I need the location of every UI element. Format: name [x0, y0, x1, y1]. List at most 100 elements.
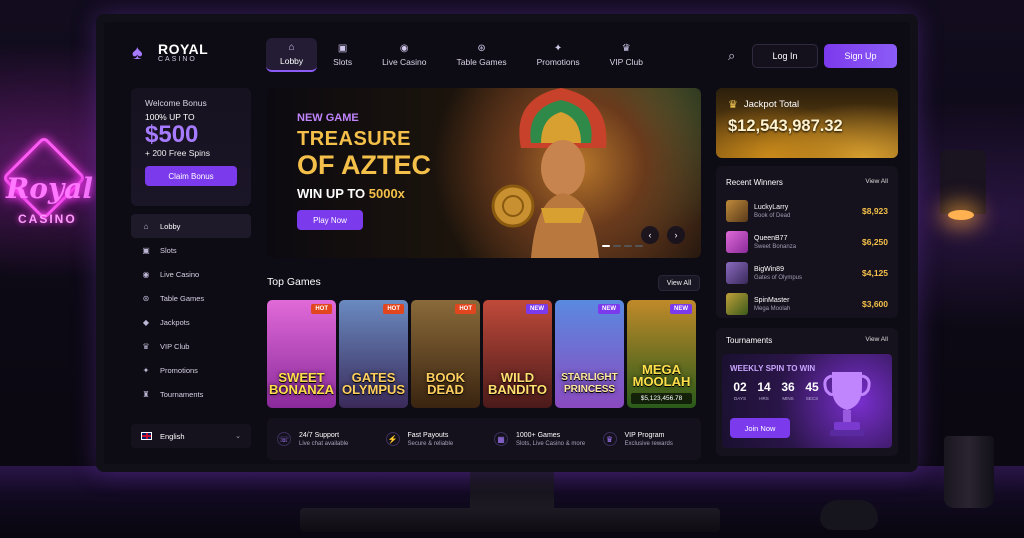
game-thumbnail	[726, 200, 748, 222]
sidebar-item-label: Promotions	[160, 365, 198, 375]
game-title: SWEET BONANZA	[269, 370, 334, 397]
sidebar-item-slots[interactable]: ▣ Slots	[131, 238, 251, 262]
tournament-title: WEEKLY SPIN TO WIN	[730, 364, 816, 373]
logo-subtitle: CASINO	[158, 56, 197, 63]
nav-slots[interactable]: ▣ Slots	[319, 38, 366, 72]
countdown-days: 02 DAYS	[730, 380, 750, 401]
sidebar-item-jackpots[interactable]: ◆ Jackpots	[131, 310, 251, 334]
countdown-seconds: 45 SECS	[802, 380, 822, 401]
login-button[interactable]: Log In	[752, 44, 818, 68]
nav-label: VIP Club	[609, 57, 643, 67]
sidebar-item-label: Table Games	[160, 293, 205, 303]
recent-winners-view-all[interactable]: View All	[865, 178, 888, 185]
winner-game: Book of Dead	[754, 212, 791, 219]
hero-banner[interactable]: NEW GAME TREASURE OF AZTEC WIN UP TO 500…	[267, 88, 701, 258]
game-title: STARLIGHT PRINCESS	[561, 372, 618, 395]
new-badge: NEW	[526, 304, 548, 314]
search-icon[interactable]: ⌕	[728, 48, 735, 64]
nav-promotions[interactable]: ✦ Promotions	[523, 38, 594, 72]
countdown-minutes: 36 MINS	[778, 380, 798, 401]
sidebar-item-promotions[interactable]: ✦ Promotions	[131, 358, 251, 382]
bonus-amount: $500	[145, 121, 199, 148]
bonus-spins: + 200 Free Spins	[145, 148, 210, 158]
games-icon: ▦	[494, 432, 508, 446]
gift-icon: ✦	[142, 365, 150, 375]
feature-title: 1000+ Games	[516, 431, 561, 439]
feature-support: ☏ 24/7 Support Live chat available	[267, 432, 376, 447]
monitor: ♠ ROYAL CASINO ⌂ Lobby ▣ Slots ◉ Live Ca…	[96, 14, 918, 472]
recent-winners-panel: Recent Winners View All LuckyLarry Book …	[716, 166, 898, 318]
tournament-card[interactable]: WEEKLY SPIN TO WIN 02 DAYS 14 HRS 36 MIN…	[722, 354, 892, 448]
signup-button[interactable]: Sign Up	[824, 44, 897, 68]
game-card-gates-of-olympus[interactable]: HOT GATES OLYMPUS	[339, 300, 408, 408]
game-card-wild-bandito[interactable]: NEW WILD BANDITO	[483, 300, 552, 408]
game-card-book-of-dead[interactable]: HOT BOOK DEAD	[411, 300, 480, 408]
countdown-value: 14	[757, 380, 771, 394]
nav-vip-club[interactable]: ♛ VIP Club	[596, 38, 657, 72]
gold-disc-illustration	[491, 184, 535, 228]
princess-figure	[531, 140, 599, 258]
carousel-dot[interactable]	[613, 245, 621, 247]
nav-label: Slots	[333, 57, 353, 67]
mug	[944, 436, 994, 508]
sidebar-item-label: Slots	[160, 245, 177, 255]
game-card-starlight-princess[interactable]: NEW STARLIGHT PRINCESS	[555, 300, 624, 408]
tournaments-title: Tournaments	[726, 336, 773, 345]
sidebar-item-label: Live Casino	[160, 269, 200, 279]
slot-icon: ▣	[337, 43, 348, 54]
language-selector[interactable]: English ⌄	[131, 424, 251, 448]
tournaments-view-all[interactable]: View All	[865, 336, 888, 343]
spade-crown-icon: ♠	[132, 41, 143, 64]
hero-win-value: 5000x	[368, 186, 405, 201]
feature-games: ▦ 1000+ Games Slots, Live Casino & more	[484, 432, 593, 447]
trophy-icon	[823, 372, 871, 436]
feature-subtitle: Live chat available	[299, 440, 349, 447]
winner-name: LuckyLarry	[754, 203, 789, 211]
carousel-next-button[interactable]: ›	[667, 226, 685, 244]
carousel-prev-button[interactable]: ‹	[641, 226, 659, 244]
feature-title: Fast Payouts	[407, 431, 449, 439]
play-now-button[interactable]: Play Now	[297, 210, 363, 230]
monitor-stand	[470, 468, 554, 508]
sidebar-item-live-casino[interactable]: ◉ Live Casino	[131, 262, 251, 286]
top-games-view-all[interactable]: View All	[658, 275, 700, 291]
hero-win-prefix: WIN UP TO	[297, 186, 366, 201]
nav-live-casino[interactable]: ◉ Live Casino	[368, 38, 440, 72]
nav-label: Table Games	[456, 57, 507, 67]
feature-payouts: ⚡ Fast Payouts Secure & reliable	[376, 432, 485, 447]
winner-name: BigWin89	[754, 265, 784, 273]
payout-icon: ⚡	[385, 432, 400, 446]
bonus-title: Welcome Bonus	[145, 98, 207, 108]
sidebar-item-lobby[interactable]: ⌂ Lobby	[131, 214, 251, 238]
sidebar-item-tournaments[interactable]: ♜ Tournaments	[131, 382, 251, 406]
sidebar-item-vip-club[interactable]: ♛ VIP Club	[131, 334, 251, 358]
game-card-mega-moolah[interactable]: NEW MEGA MOOLAH $5,123,456.78	[627, 300, 696, 408]
logo[interactable]: ♠ ROYAL CASINO	[132, 42, 208, 63]
top-nav: ⌂ Lobby ▣ Slots ◉ Live Casino ⊛ Table Ga…	[266, 38, 657, 72]
countdown-unit: SECS	[805, 396, 819, 401]
winner-name: SpinMaster	[754, 296, 790, 304]
jackpot-total-card[interactable]: ♛ Jackpot Total $12,543,987.32	[716, 88, 898, 158]
chevron-left-icon: ‹	[648, 230, 652, 240]
sidebar-item-table-games[interactable]: ⊛ Table Games	[131, 286, 251, 310]
feature-subtitle: Secure & reliable	[407, 440, 454, 447]
carousel-dot[interactable]	[635, 245, 643, 247]
carousel-dot[interactable]	[624, 245, 632, 247]
join-now-button[interactable]: Join Now	[730, 418, 790, 438]
uk-flag-icon	[141, 432, 152, 440]
countdown-value: 36	[781, 380, 795, 394]
home-icon: ⌂	[288, 42, 295, 53]
carousel-dot[interactable]	[602, 245, 610, 247]
chip-icon: ⊛	[142, 293, 150, 303]
claim-bonus-button[interactable]: Claim Bonus	[145, 166, 237, 186]
winner-game: Mega Moolah	[754, 305, 791, 312]
carousel-dots	[602, 245, 643, 247]
game-title: MEGA MOOLAH	[632, 362, 691, 389]
nav-table-games[interactable]: ⊛ Table Games	[443, 38, 521, 72]
game-card-sweet-bonanza[interactable]: HOT SWEET BONANZA	[267, 300, 336, 408]
nav-lobby[interactable]: ⌂ Lobby	[266, 38, 318, 72]
countdown-value: 02	[733, 380, 747, 394]
countdown-unit: DAYS	[734, 396, 746, 401]
live-icon: ◉	[399, 43, 409, 54]
winner-game: Sweet Bonanza	[754, 243, 797, 250]
